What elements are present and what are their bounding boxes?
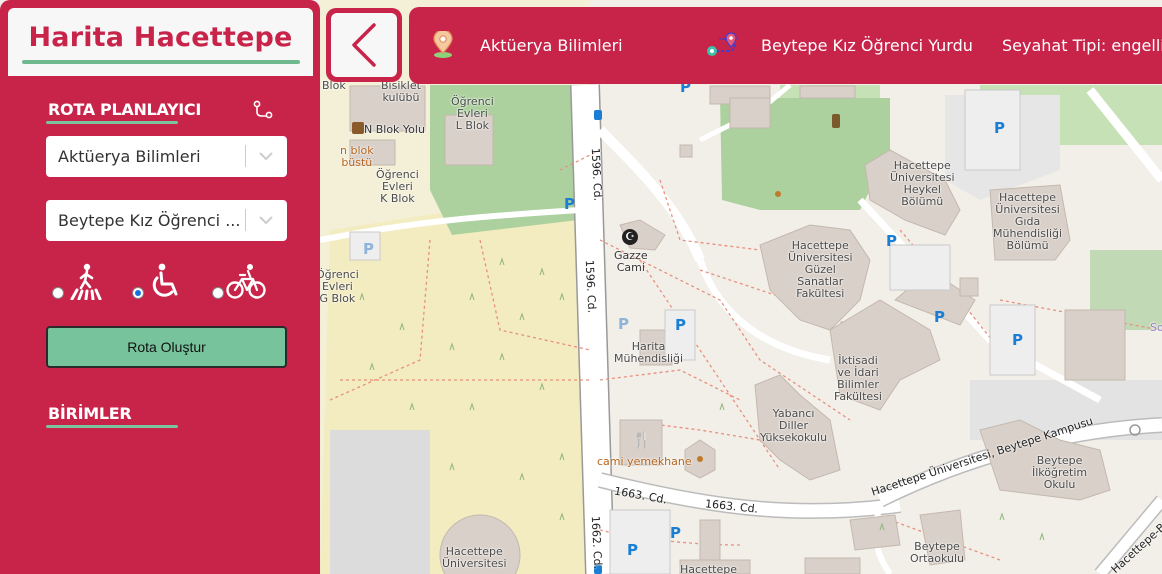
map-label-iktisadi-idari: İktisadi ve İdari Bilimler Fakültesi: [834, 354, 882, 403]
parking-marker: P: [934, 308, 945, 326]
bicycle-icon: [226, 264, 266, 299]
units-underline: [46, 425, 178, 428]
map-label-hacettepe: Hacettepe: [680, 563, 737, 574]
walking-radio[interactable]: [52, 287, 64, 299]
create-route-button[interactable]: Rota Oluştur: [46, 326, 287, 368]
origin-select[interactable]: Aktüerya Bilimleri: [46, 136, 287, 177]
collapse-sidebar-button[interactable]: [326, 8, 402, 82]
title-underline: [22, 60, 300, 64]
map-label-ogrenci-evleri-k: Öğrenci Evleri K Blok: [376, 168, 419, 205]
travel-mode-disabled[interactable]: [132, 262, 188, 302]
parking-marker: P: [363, 240, 374, 258]
route-path-icon: [707, 32, 737, 56]
select-separator: [245, 209, 246, 231]
memorial-icon: [352, 122, 364, 134]
chevron-down-icon[interactable]: [257, 212, 275, 228]
parking-marker: P: [670, 524, 681, 542]
summary-destination: Beytepe Kız Öğrenci Yurdu: [761, 36, 973, 55]
destination-select[interactable]: Beytepe Kız Öğrenci ...: [46, 200, 287, 241]
chevron-down-icon[interactable]: [257, 148, 275, 164]
units-title: BİRİMLER: [48, 404, 132, 423]
origin-select-value: Aktüerya Bilimleri: [58, 147, 201, 166]
sidebar: Harita Hacettepe ROTA PLANLAYICI Aktüery…: [0, 0, 320, 574]
map-label-ilkogretim-okulu: Beytepe İlköğretim Okulu: [1032, 454, 1088, 491]
travel-mode-bicycle[interactable]: [212, 262, 268, 302]
destination-select-value: Beytepe Kız Öğrenci ...: [58, 211, 241, 230]
pedestrian-crossing-icon: [70, 263, 102, 300]
map-label-gida-muhendisligi: Hacettepe Üniversitesi Gıda Mühendisliği…: [993, 191, 1063, 252]
route-planner-title: ROTA PLANLAYICI: [48, 100, 202, 119]
road-label-1596-b: 1596. Cd.: [582, 259, 599, 314]
map-label-ogrenci-evleri-g: Öğrenci Evleri G Blok: [316, 268, 359, 305]
route-planner-underline: [46, 121, 178, 124]
map-label-bisiklet-kulubu: Bisiklet kulübü: [381, 79, 421, 104]
road-label-1662: 1662. Cd.: [588, 515, 605, 570]
travel-mode-walking[interactable]: [52, 262, 108, 302]
map-label-cami-yemekhane: cami yemekhane: [597, 455, 692, 468]
parking-marker: P: [675, 316, 686, 334]
map-label-gazze-cami: Gazze Cami: [614, 249, 648, 274]
mosque-icon: ☪: [622, 229, 638, 245]
route-pin-icon[interactable]: [252, 100, 274, 120]
brand-header: Harita Hacettepe: [8, 8, 313, 76]
summary-travel-type: Seyahat Tipi: engelli: [1002, 36, 1162, 55]
collapse-button-inner: [331, 13, 397, 77]
road-label-1596-a: 1596. Cd.: [588, 147, 605, 202]
wheelchair-icon: [152, 263, 178, 297]
monument-icon: [832, 114, 840, 128]
map-label-n-blok-bustu: n blok büstü: [340, 144, 374, 169]
restaurant-icon: 🍴: [632, 430, 652, 449]
map-label-guzel-sanatlar: Hacettepe Üniversitesi Güzel Sanatlar Fa…: [788, 239, 853, 300]
parking-marker: P: [994, 119, 1005, 137]
parking-marker: P: [1012, 331, 1023, 349]
app-title: Harita Hacettepe: [28, 22, 293, 53]
parking-marker: P: [618, 315, 629, 333]
map-label-so: So: [1150, 321, 1162, 334]
map-label-harita-muhendisligi: Harita Mühendisliği: [614, 340, 684, 365]
parking-marker: P: [886, 232, 897, 250]
map-label-ogrenci-evleri-l: Öğrenci Evleri L Blok: [451, 95, 494, 132]
route-summary-bar: Aktüerya Bilimleri Beytepe Kız Öğrenci Y…: [409, 7, 1162, 84]
parking-marker: P: [564, 195, 575, 213]
bicycle-radio[interactable]: [212, 287, 224, 299]
map-label-heykel-bolumu: Hacettepe Üniversitesi Heykel Bölümü: [890, 159, 955, 208]
map-label-ortaokulu: Beytepe Ortaokulu: [910, 540, 964, 565]
map-label-yabanci-diller: Yabancı Diller Yüksekokulu: [760, 407, 828, 444]
select-separator: [245, 145, 246, 167]
disabled-radio[interactable]: [132, 287, 144, 299]
summary-origin: Aktüerya Bilimleri: [480, 36, 623, 55]
chevron-left-icon: [352, 23, 376, 67]
map-label-n-blok-yolu: N Blok Yolu: [364, 123, 425, 136]
map-label-hacettepe-universitesi: Hacettepe Üniversitesi: [442, 545, 507, 570]
location-pin-icon: [433, 31, 453, 58]
parking-marker: P: [627, 541, 638, 559]
